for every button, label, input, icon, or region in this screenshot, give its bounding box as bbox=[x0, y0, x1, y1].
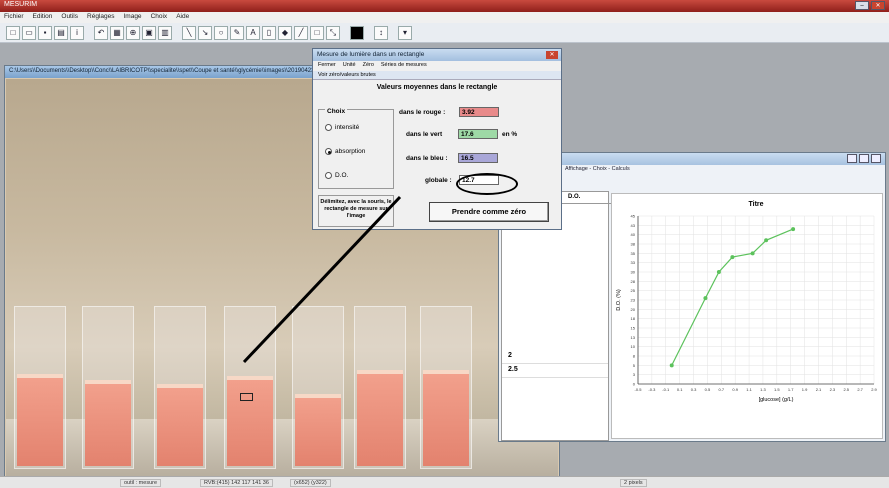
status-pixels: 2 pixels bbox=[620, 479, 647, 487]
status-tool: outil : mesure bbox=[120, 479, 162, 487]
annotation-line bbox=[242, 195, 402, 364]
status-rgb: RVB:(415) 142 117 141 36 bbox=[200, 479, 273, 487]
status-coords: (x652) (y322) bbox=[290, 479, 331, 487]
annotation-overlay bbox=[242, 195, 402, 364]
statusbar: outil : mesure RVB:(415) 142 117 141 36 … bbox=[0, 476, 889, 488]
